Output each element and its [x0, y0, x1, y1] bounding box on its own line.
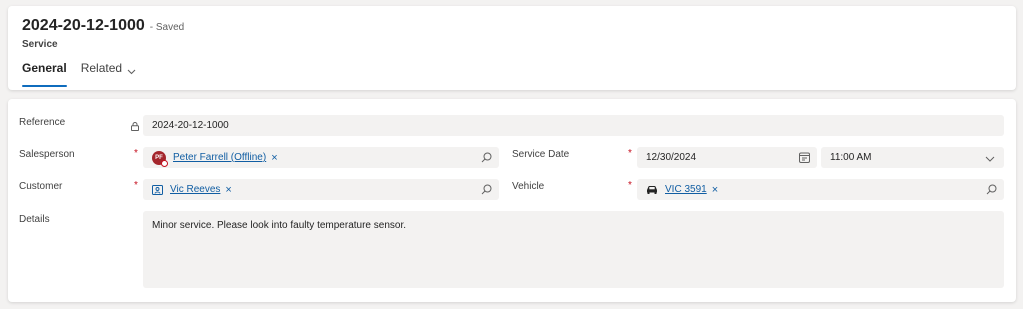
chevron-down-icon	[127, 64, 136, 78]
save-status: - Saved	[149, 22, 185, 33]
service-date-input[interactable]: 12/30/2024	[637, 147, 817, 168]
search-icon[interactable]	[481, 184, 492, 198]
vehicle-lookup[interactable]: VIC 3591 ×	[637, 179, 1004, 200]
details-label: Details	[19, 214, 50, 225]
service-time-value: 11:00 AM	[830, 152, 872, 163]
remove-customer-button[interactable]: ×	[225, 184, 231, 196]
vehicle-link[interactable]: VIC 3591	[665, 184, 707, 195]
record-title: 2024-20-12-1000	[22, 17, 145, 34]
salesperson-label: Salesperson	[19, 149, 75, 160]
tab-general-label: General	[22, 61, 67, 75]
tab-list: General Related	[22, 61, 150, 87]
vehicle-label: Vehicle	[512, 181, 545, 192]
offline-status-icon	[161, 159, 168, 167]
customer-link[interactable]: Vic Reeves	[170, 184, 220, 195]
service-date-label: Service Date	[512, 149, 570, 160]
search-icon[interactable]	[481, 152, 492, 166]
chevron-down-icon[interactable]	[985, 154, 995, 165]
vehicle-required-marker: *	[628, 180, 632, 191]
remove-salesperson-button[interactable]: ×	[271, 152, 277, 164]
reference-value: 2024-20-12-1000	[152, 120, 229, 131]
car-icon	[646, 185, 658, 194]
lock-icon	[131, 118, 139, 136]
calendar-icon[interactable]	[799, 152, 810, 166]
general-form-section: Reference 2024-20-12-1000 Salesperson * …	[8, 99, 1016, 302]
details-textarea[interactable]: Minor service. Please look into faulty t…	[143, 211, 1004, 288]
search-icon[interactable]	[986, 184, 997, 198]
salesperson-required-marker: *	[134, 148, 138, 159]
reference-label: Reference	[19, 117, 66, 128]
tab-related[interactable]: Related	[81, 61, 136, 87]
salesperson-lookup[interactable]: PF Peter Farrell (Offline) ×	[143, 147, 499, 168]
customer-label: Customer	[19, 181, 63, 192]
record-title-row: 2024-20-12-1000 - Saved	[22, 17, 184, 35]
service-date-value: 12/30/2024	[646, 152, 697, 163]
tab-related-label: Related	[80, 61, 123, 75]
details-value: Minor service. Please look into faulty t…	[152, 220, 407, 231]
customer-lookup[interactable]: Vic Reeves ×	[143, 179, 499, 200]
avatar: PF	[152, 150, 168, 167]
record-entity-name: Service	[22, 39, 58, 50]
remove-vehicle-button[interactable]: ×	[712, 184, 718, 196]
service-date-required-marker: *	[628, 148, 632, 159]
customer-required-marker: *	[134, 180, 138, 191]
salesperson-link[interactable]: Peter Farrell (Offline)	[173, 152, 266, 163]
tab-general[interactable]: General	[22, 61, 67, 87]
reference-field: 2024-20-12-1000	[143, 115, 1004, 136]
contact-card-icon	[152, 184, 163, 195]
service-time-select[interactable]: 11:00 AM	[821, 147, 1004, 168]
record-header: 2024-20-12-1000 - Saved Service General …	[8, 6, 1016, 90]
